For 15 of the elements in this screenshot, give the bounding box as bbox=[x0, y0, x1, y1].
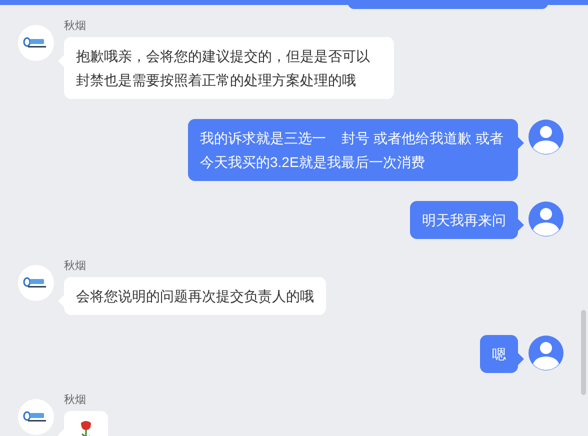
user-avatar bbox=[528, 119, 564, 155]
sender-name: 秋烟 bbox=[64, 19, 87, 33]
message-bubble: 嗯 bbox=[480, 335, 518, 373]
message-bubble: 我的诉求就是三选一 封号 或者他给我道歉 或者今天我买的3.2E就是我最后一次消费 bbox=[188, 119, 518, 181]
user-avatar bbox=[528, 335, 564, 371]
scrollbar-thumb[interactable] bbox=[581, 310, 586, 395]
message-bubble: 会将您说明的问题再次提交负责人的哦 bbox=[64, 277, 326, 315]
sender-name: 秋烟 bbox=[64, 393, 87, 407]
sender-name: 秋烟 bbox=[64, 259, 87, 273]
user-avatar bbox=[528, 201, 564, 237]
message-bubble: 抱歉哦亲，会将您的建议提交的，但是是否可以封禁也是需要按照着正常的处理方案处理的哦 bbox=[64, 37, 394, 99]
logo-avatar bbox=[18, 265, 54, 301]
message-bubble: 明天我再来问 bbox=[410, 201, 518, 239]
logo-avatar bbox=[18, 25, 54, 61]
logo-avatar bbox=[18, 399, 54, 435]
